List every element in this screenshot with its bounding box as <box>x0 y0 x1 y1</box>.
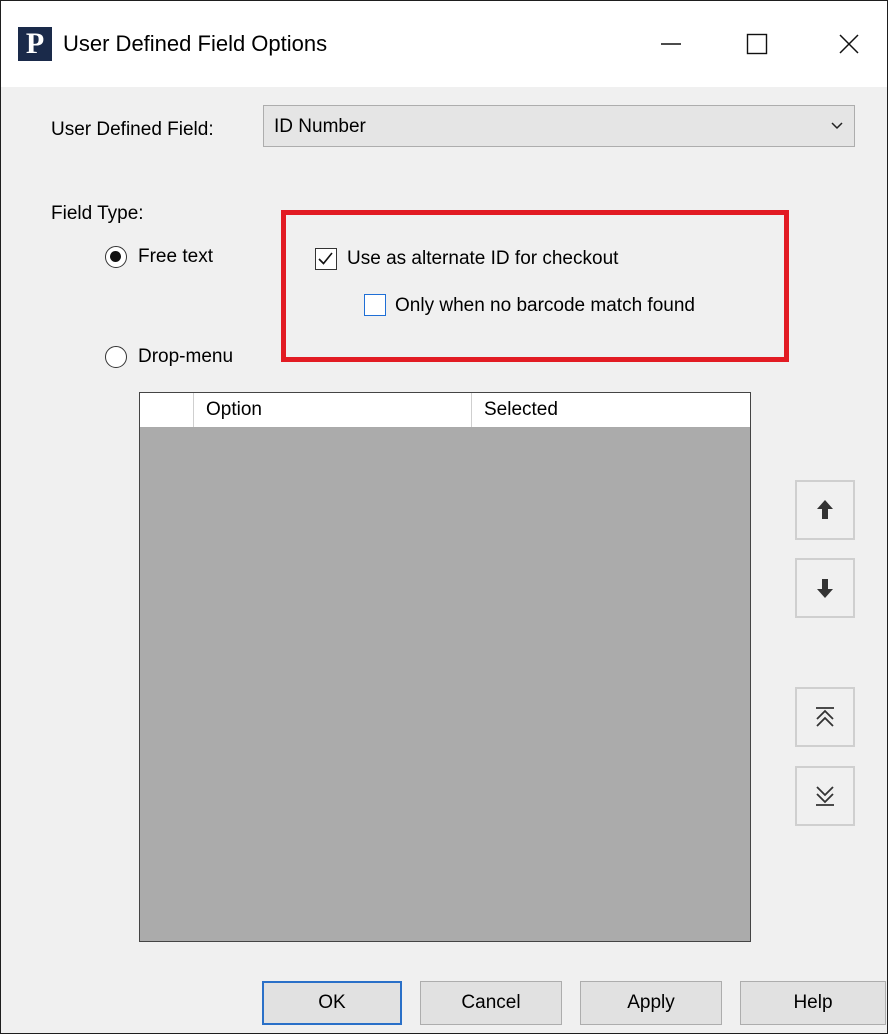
cancel-button[interactable]: Cancel <box>420 981 562 1025</box>
move-up-button[interactable] <box>795 480 855 540</box>
help-button[interactable]: Help <box>740 981 886 1025</box>
window-title: User Defined Field Options <box>63 31 328 56</box>
grid-header: Option Selected <box>140 393 750 428</box>
check-icon <box>318 252 333 265</box>
chevron-down-icon <box>831 122 843 130</box>
title-bar[interactable]: P User Defined Field Options <box>1 1 887 87</box>
highlight-box <box>281 210 789 362</box>
move-to-top-icon <box>816 707 834 727</box>
maximize-button[interactable] <box>727 19 787 69</box>
udf-selected-value: ID Number <box>274 116 366 137</box>
selected-column-header[interactable]: Selected <box>472 393 750 427</box>
apply-button[interactable]: Apply <box>580 981 722 1025</box>
use-alt-id-checkbox[interactable] <box>315 248 337 270</box>
ok-button[interactable]: OK <box>262 981 402 1025</box>
move-down-button[interactable] <box>795 558 855 618</box>
dialog-window: P User Defined Field Options User Define… <box>0 0 888 1034</box>
move-down-icon <box>817 579 833 598</box>
only-no-barcode-label[interactable]: Only when no barcode match found <box>395 295 695 317</box>
grid-row-header-cell <box>140 393 194 427</box>
udf-label: User Defined Field: <box>51 119 214 140</box>
udf-select[interactable]: ID Number <box>263 105 855 147</box>
use-alt-id-label[interactable]: Use as alternate ID for checkout <box>347 248 618 270</box>
move-up-icon <box>817 500 833 519</box>
app-icon: P <box>18 27 52 61</box>
maximize-icon <box>746 33 768 55</box>
close-icon <box>839 34 859 54</box>
only-no-barcode-checkbox[interactable] <box>364 294 386 316</box>
field-type-label: Field Type: <box>51 203 144 224</box>
option-column-header[interactable]: Option <box>194 393 472 427</box>
free-text-label[interactable]: Free text <box>138 246 213 268</box>
options-grid[interactable]: Option Selected <box>139 392 751 942</box>
move-to-top-button[interactable] <box>795 687 855 747</box>
move-to-bottom-button[interactable] <box>795 766 855 826</box>
close-button[interactable] <box>819 19 879 69</box>
radio-selected-dot <box>110 251 121 262</box>
move-to-bottom-icon <box>816 786 834 806</box>
free-text-radio[interactable] <box>105 246 127 268</box>
minimize-button[interactable] <box>641 19 701 69</box>
drop-menu-radio[interactable] <box>105 346 127 368</box>
drop-menu-label[interactable]: Drop-menu <box>138 346 233 368</box>
minimize-icon <box>661 43 681 45</box>
